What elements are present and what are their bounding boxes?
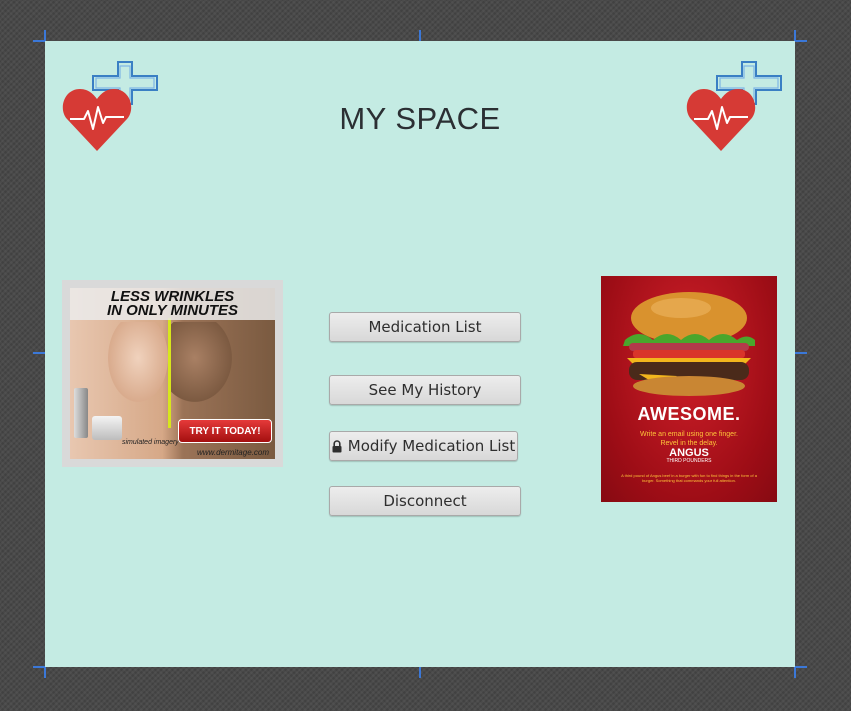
ad-disclaimer: simulated imagery (122, 439, 179, 446)
ad-product-bottle (74, 388, 88, 438)
ad-face-old (170, 322, 232, 402)
medication-list-label: Medication List (368, 318, 482, 336)
ad-product-jar (92, 416, 122, 440)
corner-marker-br-h (795, 666, 807, 668)
burger-ad[interactable]: AWESOME. Write an email using one finger… (601, 276, 777, 502)
edge-marker-left (33, 352, 45, 354)
ad-face-young (108, 322, 168, 402)
medication-list-button[interactable]: Medication List (329, 312, 521, 342)
ad-url: www.dermitage.com (196, 448, 269, 457)
ad-headline: AWESOME. (637, 404, 741, 424)
disconnect-label: Disconnect (383, 492, 467, 510)
corner-marker-tr-h (795, 40, 807, 42)
see-history-button[interactable]: See My History (329, 375, 521, 405)
ad-image: LESS WRINKLES IN ONLY MINUTES simulated … (70, 288, 275, 459)
ad-subtext: Write an email using one finger. Revel i… (611, 430, 767, 448)
lock-icon (332, 439, 342, 452)
ad-brand: ANGUS THIRD POUNDERS (601, 448, 777, 465)
corner-marker-tl-v (44, 30, 46, 41)
heart-pulse-cross-icon (686, 61, 782, 151)
ad-headline-line-2: IN ONLY MINUTES (106, 302, 239, 319)
page-title: MY SPACE (339, 101, 501, 136)
ad-headline: LESS WRINKLES IN ONLY MINUTES (70, 288, 275, 320)
ad-divider (168, 318, 171, 428)
modify-medication-list-button[interactable]: Modify Medication List (329, 431, 518, 461)
corner-marker-tr-v (794, 30, 796, 41)
ad-fine-print: A third pound of Angus beef in a burger … (621, 473, 757, 483)
edge-marker-bottom (419, 667, 421, 678)
ad-brand-sub: THIRD POUNDERS (666, 458, 712, 464)
disconnect-button[interactable]: Disconnect (329, 486, 521, 516)
corner-marker-br-v (794, 667, 796, 678)
edge-marker-top (419, 30, 421, 41)
edge-marker-right (795, 352, 807, 354)
ad-cta-button[interactable]: TRY IT TODAY! (178, 419, 272, 443)
ad-subtext-line-1: Write an email using one finger. (640, 431, 738, 438)
wrinkle-cream-ad[interactable]: LESS WRINKLES IN ONLY MINUTES simulated … (62, 280, 283, 467)
screen-canvas: MY SPACE LESS WRINKLES IN ONLY MINUTES s… (45, 41, 795, 667)
modify-medication-list-label: Modify Medication List (347, 437, 516, 455)
corner-marker-bl-v (44, 667, 46, 678)
see-history-label: See My History (368, 381, 482, 399)
burger-image (623, 292, 755, 396)
